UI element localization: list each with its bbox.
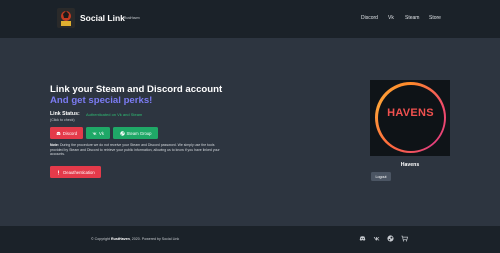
note-label: Note: [50,143,59,147]
steam-group-button-label: Steam Group [126,130,152,136]
deauthentication-button-label: Deauthentication [63,169,95,175]
privacy-note: Note: During the procedure we do not rec… [50,143,228,157]
nav-link-store[interactable]: Store [429,15,441,21]
steam-icon[interactable] [387,235,394,242]
vk-icon [92,132,97,135]
avatar-ring: HAVENS [375,82,446,153]
nav-link-discord[interactable]: Discord [361,15,378,21]
footer-copyright: © Copyright RustHaven, 2020. Powered by … [91,237,179,241]
exclamation-icon [58,170,60,174]
note-text: During the procedure we do not receive y… [50,143,220,157]
avatar-inner: HAVENS [377,84,444,151]
vk-icon[interactable] [373,235,380,242]
copyright-suffix: , 2020. Powered by Social Link [129,237,180,241]
discord-link-button[interactable]: Discord [50,127,83,139]
page-subtitle: And get special perks! [50,95,153,106]
vk-link-button[interactable]: Vk [86,127,110,139]
profile-name: Havens [400,162,420,168]
discord-icon [56,131,61,135]
top-navbar: Social Link RustHaven Discord Vk Steam S… [0,0,500,38]
footer: © Copyright RustHaven, 2020. Powered by … [0,226,500,253]
profile-avatar: HAVENS [370,80,450,156]
page-title: Link your Steam and Discord account [50,84,223,95]
nav-link-vk[interactable]: Vk [388,15,394,21]
nav-link-steam[interactable]: Steam [405,15,419,21]
copyright-prefix: © Copyright [91,237,112,241]
avatar-text: HAVENS [387,106,434,119]
link-status-hint: (Click to check) [50,118,75,122]
deauthentication-button[interactable]: Deauthentication [50,166,101,178]
discord-button-label: Discord [62,130,78,136]
link-status-label: Link Status: [50,111,80,117]
vk-button-label: Vk [99,130,104,136]
brand-name[interactable]: Social Link [80,13,125,23]
steam-group-button[interactable]: Steam Group [113,127,158,139]
discord-icon[interactable] [359,235,366,242]
logout-button[interactable]: Logout [371,172,391,181]
brand-subtitle: RustHaven [124,16,140,20]
copyright-brand: RustHaven [111,237,130,241]
link-status-value[interactable]: Authenticated on Vk and Steam [86,112,142,117]
steam-icon [119,130,125,136]
store-icon[interactable] [401,235,408,242]
rusthaven-logo-icon[interactable] [57,8,75,28]
